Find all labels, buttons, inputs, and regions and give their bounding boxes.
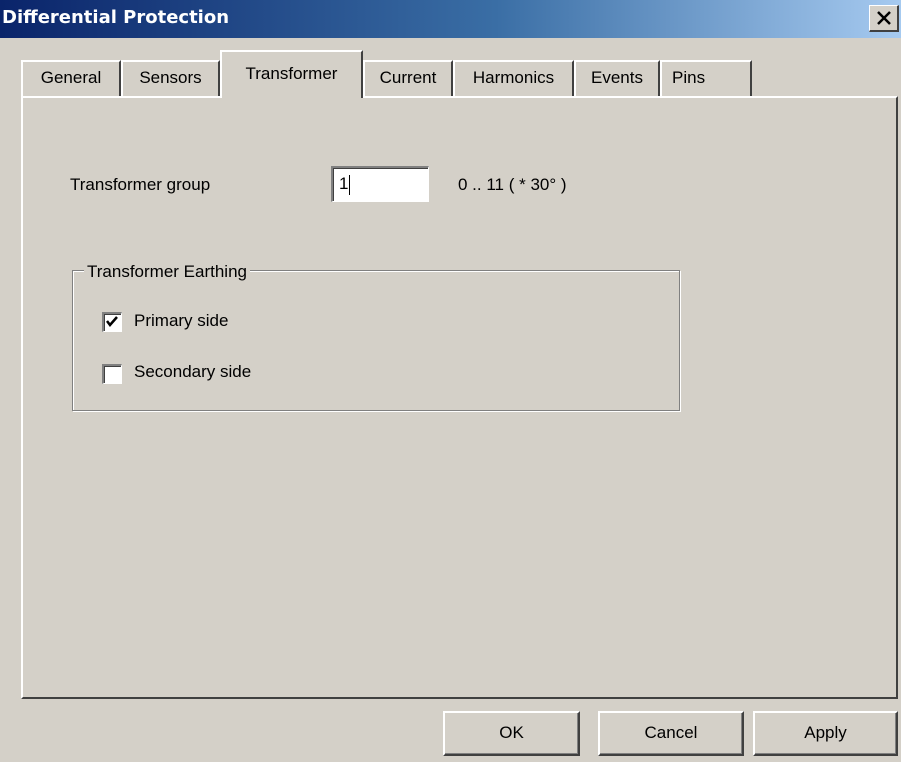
text-caret [349,174,351,195]
tab-harmonics[interactable]: Harmonics [453,60,574,96]
tab-transformer-label: Transformer [245,64,338,83]
transformer-group-range: 0 .. 11 ( * 30° ) [458,175,567,194]
tab-sensors-label: Sensors [139,68,202,87]
transformer-group-label: Transformer group [70,175,211,194]
secondary-side-checkbox[interactable] [102,364,122,384]
tab-events[interactable]: Events [574,60,660,96]
tab-harmonics-label: Harmonics [472,68,555,87]
window-title: Differential Protection [2,7,230,28]
apply-button[interactable]: Apply [753,711,898,756]
checkmark-icon [106,316,118,327]
ok-button[interactable]: OK [443,711,580,756]
secondary-side-label[interactable]: Secondary side [134,362,251,382]
transformer-earthing-legend: Transformer Earthing [84,262,250,282]
tab-transformer[interactable]: Transformer [220,50,363,98]
tab-pins[interactable]: Pins [660,60,752,96]
primary-side-checkbox[interactable] [102,312,122,332]
tab-pins-label: Pins [672,68,706,87]
tab-general-label: General [40,68,102,87]
close-icon [876,11,891,25]
primary-side-label[interactable]: Primary side [134,311,228,331]
tab-events-label: Events [591,68,643,87]
cancel-button[interactable]: Cancel [598,711,744,756]
tab-general[interactable]: General [21,60,121,96]
close-button[interactable] [869,5,899,32]
transformer-group-value: 1 [339,174,349,193]
tab-current-label: Current [379,68,437,87]
transformer-earthing-groupbox [72,270,680,411]
tab-current[interactable]: Current [363,60,453,96]
transformer-group-input[interactable]: 1 [331,166,429,202]
title-bar: Differential Protection [0,0,901,38]
tab-sensors[interactable]: Sensors [121,60,220,96]
